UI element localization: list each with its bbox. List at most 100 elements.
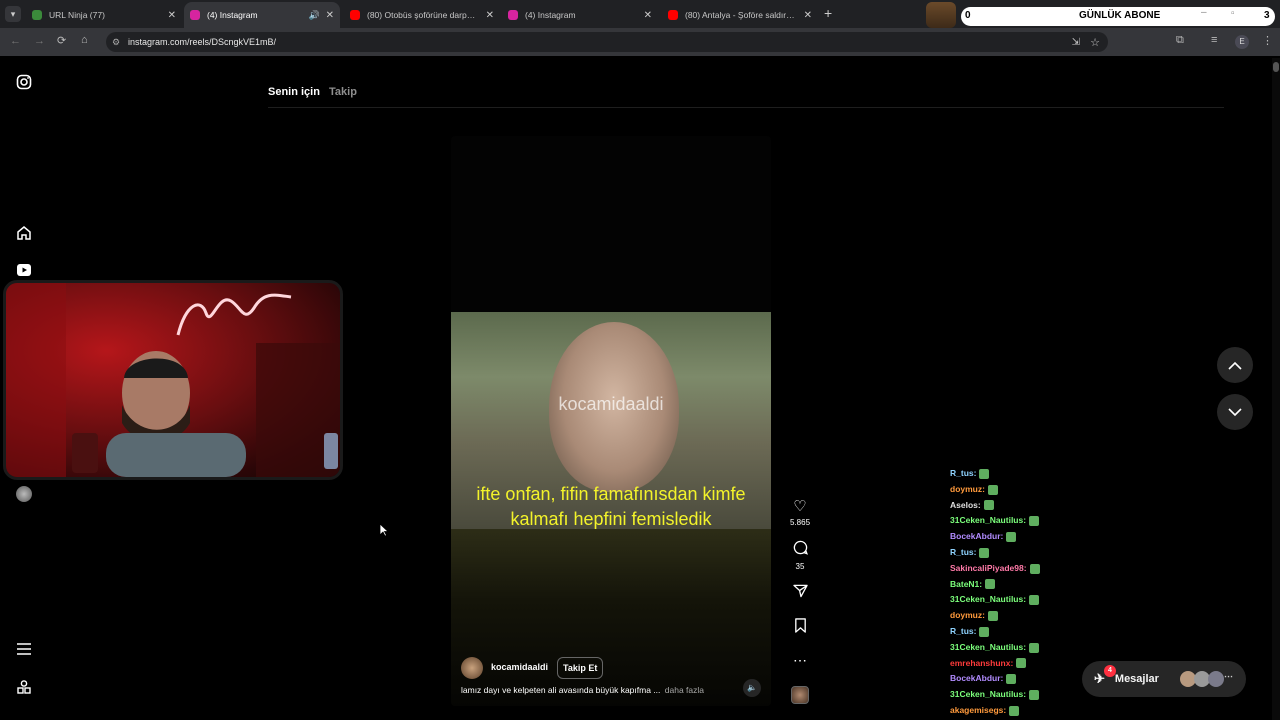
next-reel-button[interactable] — [1217, 394, 1253, 430]
chat-emote-icon — [1029, 516, 1040, 527]
chat-message: SakincaliPiyade98: — [950, 561, 1150, 577]
minimize-icon[interactable]: – — [1201, 7, 1207, 18]
profile-avatar[interactable]: E — [1235, 35, 1249, 49]
messages-badge: 4 — [1104, 665, 1116, 677]
chat-username: BocekAbdur: — [950, 673, 1004, 684]
tab-title: (80) Otobüs şoförüne darp, ara... — [367, 10, 477, 20]
comment-action[interactable]: 35 — [790, 540, 810, 571]
tab-title: URL Ninja (77) — [49, 10, 105, 20]
media-controls-icon[interactable]: ≡ — [1211, 34, 1217, 46]
bookmark-icon[interactable] — [790, 618, 810, 637]
tab-title: (4) Instagram — [525, 10, 576, 20]
webcam-overlay — [3, 280, 343, 480]
chat-username: doymuz: — [950, 610, 985, 621]
tab-close-icon[interactable]: ✕ — [804, 10, 812, 21]
audio-thumbnail[interactable] — [791, 686, 809, 704]
tab-close-icon[interactable]: ✕ — [486, 10, 494, 21]
heart-icon[interactable]: ♡ — [790, 497, 810, 515]
chat-emote-icon — [979, 626, 990, 637]
chat-username: 31Ceken_Nautilus: — [950, 515, 1027, 526]
tab-close-icon[interactable]: ✕ — [168, 10, 176, 21]
reel-username[interactable]: kocamidaaldi — [491, 662, 548, 672]
feed-tabs: Senin için Takip — [268, 86, 357, 98]
chat-message: R_tus: — [950, 624, 1150, 640]
address-bar[interactable]: ⚙ instagram.com/reels/DScngkVE1mB/ ⇲ ☆ — [106, 32, 1108, 52]
chat-emote-icon — [1006, 531, 1017, 542]
chat-username: R_tus: — [950, 468, 977, 478]
bookmark-star-icon[interactable]: ☆ — [1090, 36, 1100, 49]
video-lower-gradient — [451, 529, 771, 706]
tab-search-button[interactable]: ▾ — [5, 6, 21, 22]
chat-emote-icon — [987, 610, 998, 621]
scrollbar-thumb[interactable] — [1273, 62, 1279, 72]
home-nav-icon[interactable] — [15, 224, 33, 242]
chat-emote-icon — [1029, 595, 1040, 606]
chat-username: akagemisegs: — [950, 704, 1007, 715]
chat-message: BocekAbdur: — [950, 529, 1150, 545]
save-action[interactable] — [790, 618, 810, 637]
browser-tab[interactable]: URL Ninja (77) ✕ — [26, 2, 182, 28]
new-tab-button[interactable]: + — [824, 5, 832, 21]
reel-video[interactable]: kocamidaaldi ifte onfan, fifin famafınıs… — [451, 136, 771, 706]
also-from-meta-icon[interactable] — [15, 678, 33, 696]
install-app-icon[interactable]: ⇲ — [1072, 37, 1080, 48]
home-icon[interactable]: ⌂ — [81, 34, 88, 46]
reel-caption-row: lamız dayı ve kelpeten ali avasında büyü… — [461, 685, 704, 695]
tab-title: (80) Antalya - Şoföre saldırıp ta... — [685, 10, 795, 20]
browser-tab[interactable]: (80) Antalya - Şoföre saldırıp ta... ✕ — [662, 2, 818, 28]
tab-title: (4) Instagram — [207, 10, 258, 20]
more-menu-icon[interactable] — [15, 640, 33, 658]
messages-more-icon: ⋯ — [1224, 671, 1233, 681]
reel-author-avatar[interactable] — [461, 657, 483, 679]
maximize-icon[interactable]: ▫ — [1231, 8, 1235, 19]
follow-button[interactable]: Takip Et — [557, 657, 604, 679]
browser-tab[interactable]: (4) Instagram ✕ — [502, 2, 658, 28]
tab-following[interactable]: Takip — [329, 86, 357, 98]
back-icon[interactable]: ← — [10, 35, 21, 47]
reload-icon[interactable]: ⟳ — [57, 34, 66, 47]
chat-emote-icon — [985, 579, 996, 590]
chat-message: 31Ceken_Nautilus: — [950, 640, 1150, 656]
tab-close-icon[interactable]: ✕ — [644, 10, 652, 21]
previous-reel-button[interactable] — [1217, 347, 1253, 383]
video-watermark: kocamidaaldi — [558, 394, 664, 414]
chat-emote-icon — [987, 484, 998, 495]
more-options-icon[interactable]: ⋯ — [790, 652, 810, 669]
share-icon[interactable] — [790, 584, 810, 602]
chat-emote-icon — [1029, 689, 1040, 700]
caption-more-link[interactable]: daha fazla — [665, 685, 704, 695]
chat-username: 31Ceken_Nautilus: — [950, 641, 1027, 652]
chat-emote-icon — [1006, 674, 1017, 685]
browser-tab-active[interactable]: (4) Instagram 🔊 ✕ — [184, 2, 340, 28]
forward-icon[interactable]: → — [34, 35, 45, 47]
profile-avatar-nav[interactable] — [16, 486, 32, 502]
reel-caption: lamız dayı ve kelpeten ali avasında büyü… — [461, 685, 661, 695]
like-action[interactable]: ♡ 5.865 — [790, 497, 810, 527]
site-info-icon[interactable]: ⚙ — [112, 37, 120, 48]
reels-nav-icon[interactable] — [15, 261, 33, 279]
tab-for-you[interactable]: Senin için — [268, 86, 320, 98]
chat-message: Aselos: — [950, 498, 1150, 514]
tab-close-icon[interactable]: ✕ — [326, 10, 334, 21]
browser-tab[interactable]: (80) Otobüs şoförüne darp, ara... ✕ — [344, 2, 500, 28]
chat-emote-icon — [979, 468, 990, 479]
browser-menu-icon[interactable]: ⋮ — [1262, 34, 1273, 47]
tab-favicon-icon — [508, 10, 518, 20]
comment-icon[interactable] — [790, 540, 810, 559]
chat-emote-icon — [983, 500, 994, 511]
instagram-logo-icon[interactable] — [15, 73, 33, 91]
chat-message: akagemisegs: — [950, 703, 1150, 719]
page-scrollbar[interactable] — [1272, 58, 1280, 720]
mute-toggle-icon[interactable]: 🔈 — [743, 679, 761, 697]
share-action[interactable] — [790, 584, 810, 602]
chat-emote-icon — [1009, 705, 1020, 716]
mouse-cursor-icon — [379, 523, 389, 537]
chat-username: doymuz: — [950, 483, 985, 494]
chat-username: SakincaliPiyade98: — [950, 562, 1027, 573]
tab-audio-icon[interactable]: 🔊 — [309, 10, 320, 21]
extensions-icon[interactable]: ⧉ — [1176, 34, 1184, 47]
messages-button[interactable]: ✈ 4 Mesajlar ⋯ — [1082, 661, 1246, 697]
chat-message: 31Ceken_Nautilus: — [950, 513, 1150, 529]
chat-message: doymuz: — [950, 608, 1150, 624]
messages-label: Mesajlar — [1114, 673, 1159, 685]
